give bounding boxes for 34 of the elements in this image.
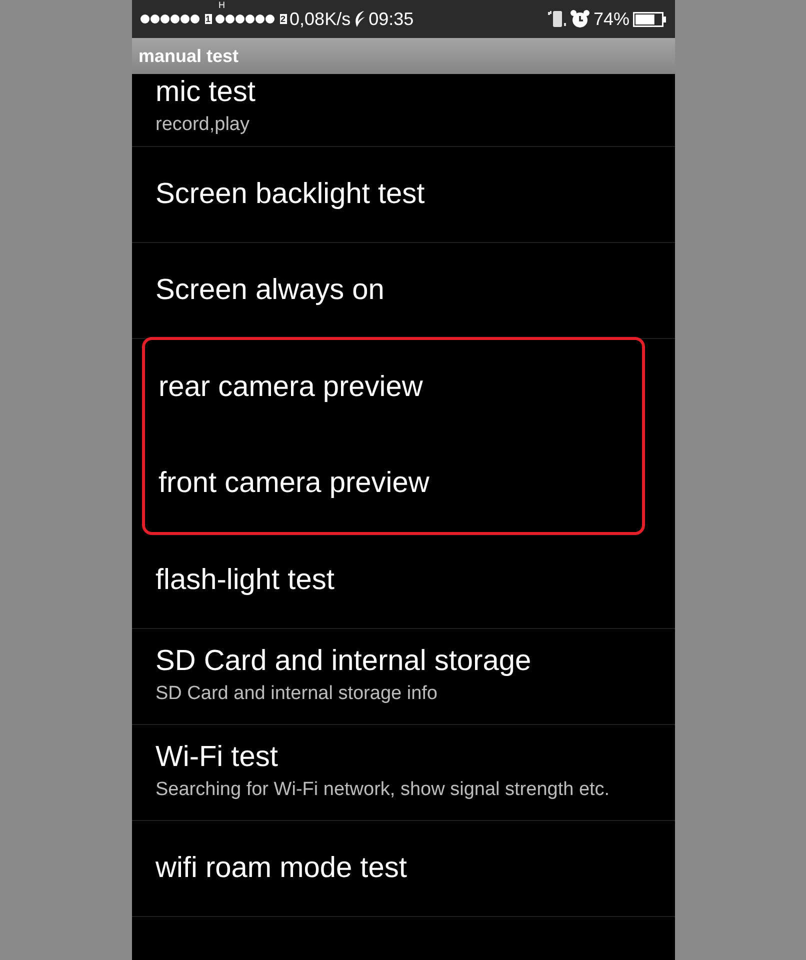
menu-item[interactable]: Wi-Fi test Searching for Wi-Fi network, show signal strength etc.: [132, 724, 674, 821]
menu-item[interactable]: Screen backlight test: [132, 146, 674, 243]
menu-item[interactable]: rear camera preview: [144, 340, 642, 436]
signal-icon: [214, 14, 277, 24]
menu-item[interactable]: flash-light test: [132, 532, 674, 629]
menu-item[interactable]: Screen always on: [132, 242, 674, 339]
menu-item[interactable]: SD Card and internal storage SD Card and internal storage info: [132, 628, 674, 725]
item-subtitle: record,play: [156, 113, 250, 137]
vibrate-icon: [547, 10, 568, 28]
sim-label: 2: [280, 14, 287, 24]
clock-time: 09:35: [368, 8, 414, 30]
item-title: Wi-Fi test: [156, 741, 279, 774]
screen-title: manual test: [138, 46, 239, 66]
item-title: SD Card and internal storage: [156, 645, 532, 678]
signal-icon: [140, 14, 202, 24]
item-title: mic test: [156, 76, 256, 109]
menu-item[interactable]: mic test record,play: [132, 74, 674, 147]
menu-item[interactable]: front camera preview: [144, 436, 642, 532]
leaf-icon: [354, 10, 366, 28]
alarm-icon: [570, 9, 590, 29]
item-title: Screen backlight test: [156, 178, 426, 211]
battery-icon: [632, 12, 666, 26]
item-subtitle: SD Card and internal storage info: [156, 682, 438, 706]
network-speed: 0,08K/s: [290, 8, 351, 30]
item-title: Screen always on: [156, 274, 386, 307]
network-type-label: H: [218, 0, 226, 10]
item-subtitle: Searching for Wi-Fi network, show signal strength etc.: [156, 778, 611, 802]
battery-percent: 74%: [593, 8, 630, 30]
sim-label: 1: [204, 14, 212, 24]
item-title: front camera preview: [158, 467, 430, 500]
menu-item[interactable]: wifi roam mode test: [132, 820, 674, 917]
item-title: flash-light test: [156, 564, 336, 597]
item-title: wifi roam mode test: [156, 852, 408, 885]
item-title: rear camera preview: [158, 371, 424, 404]
